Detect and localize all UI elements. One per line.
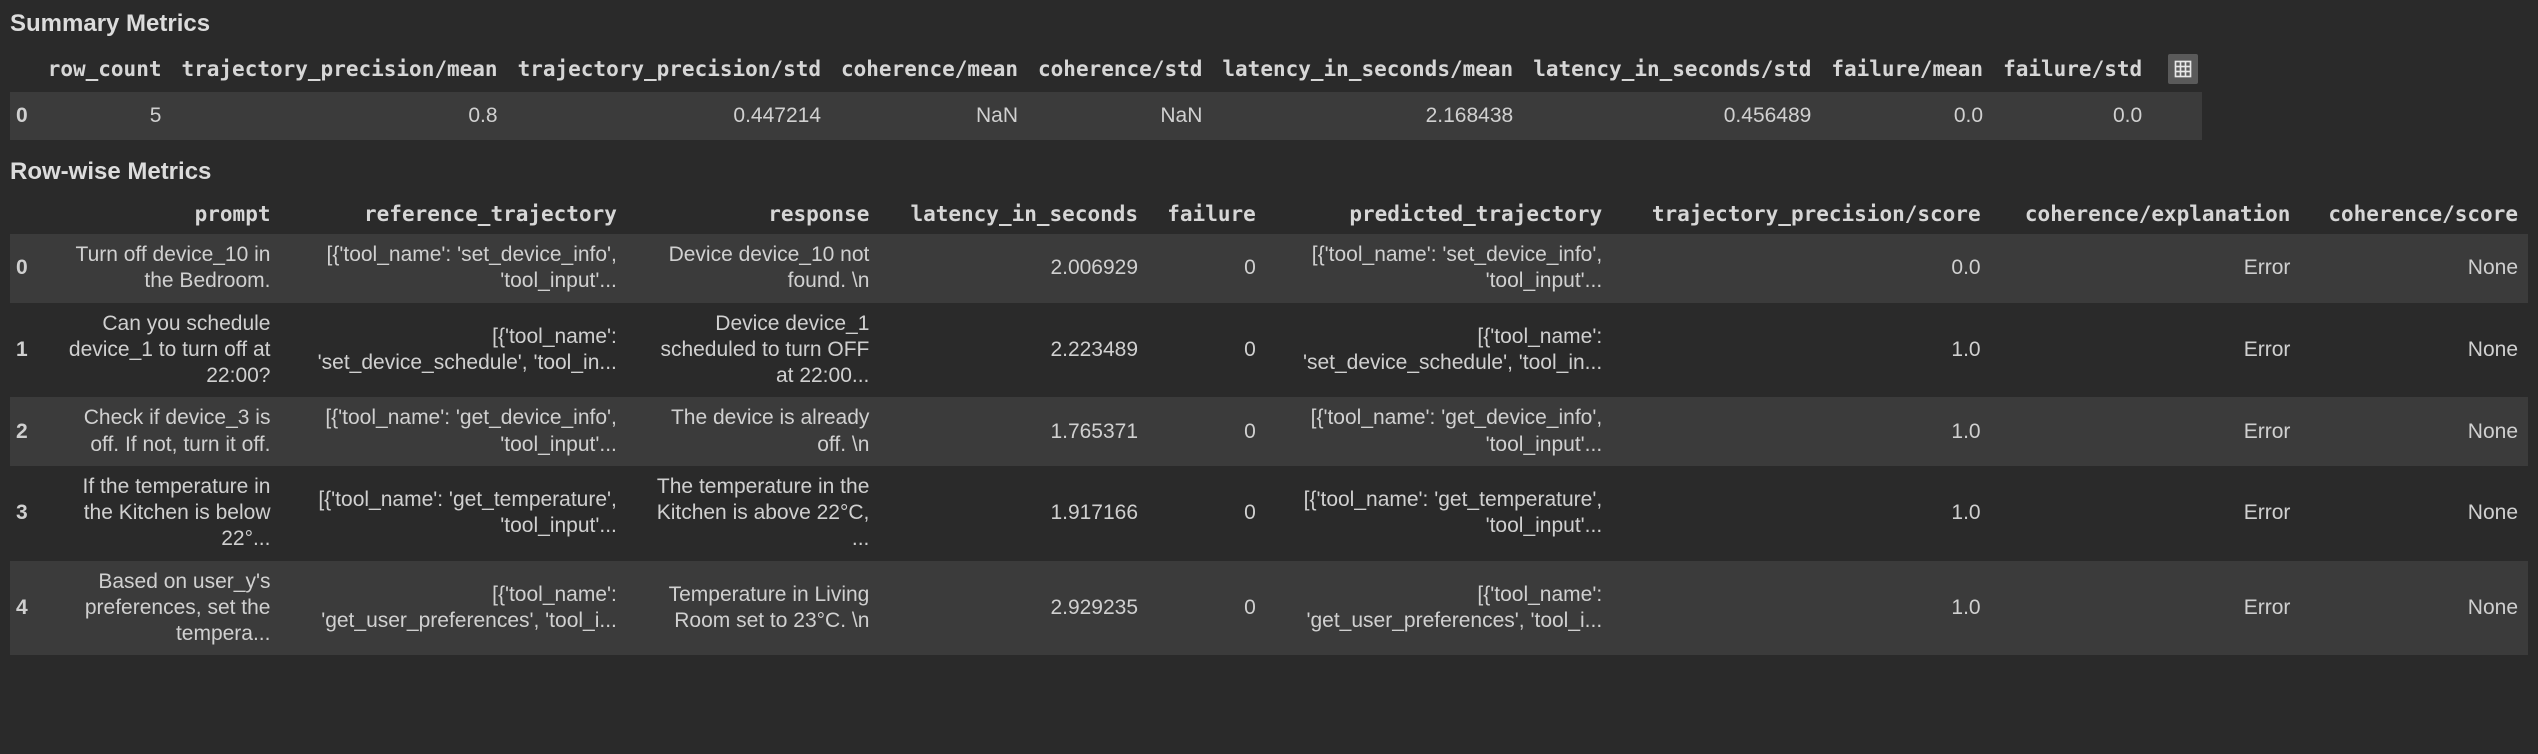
summary-cell: 0.456489: [1523, 92, 1821, 140]
table-grid-icon[interactable]: [2168, 54, 2198, 84]
cell: 0: [1148, 234, 1266, 303]
col-latency-std: latency_in_seconds/std: [1523, 46, 1821, 92]
rowwise-title: Row-wise Metrics: [10, 158, 2528, 186]
cell: Check if device_3 isoff. If not, turn it…: [40, 397, 280, 466]
summary-metrics-section: Summary Metrics row_count trajectory_pre…: [10, 10, 2528, 140]
col-latency-mean: latency_in_seconds/mean: [1212, 46, 1523, 92]
table-row: 3If the temperature inthe Kitchen is bel…: [10, 466, 2528, 561]
col-reference_trajectory: reference_trajectory: [280, 194, 626, 234]
col-failure: failure: [1148, 194, 1266, 234]
summary-cell: 0.447214: [508, 92, 831, 140]
summary-tool-header: [2152, 46, 2202, 92]
cell: 0: [1148, 466, 1266, 561]
cell: 1.765371: [879, 397, 1148, 466]
col-response: response: [627, 194, 879, 234]
cell: Turn off device_10 inthe Bedroom.: [40, 234, 280, 303]
cell: The temperature in theKitchen is above 2…: [627, 466, 879, 561]
cell: [{'tool_name':'set_device_schedule', 'to…: [280, 303, 626, 398]
cell: [{'tool_name': 'set_device_info','tool_i…: [280, 234, 626, 303]
col-coherence-score: coherence/score: [2300, 194, 2528, 234]
col-failure-mean: failure/mean: [1821, 46, 1993, 92]
summary-cell: NaN: [831, 92, 1028, 140]
col-prompt: prompt: [40, 194, 280, 234]
summary-row-idx: 0: [10, 92, 38, 140]
col-latency_in_seconds: latency_in_seconds: [879, 194, 1148, 234]
rowwise-table: prompt reference_trajectory response lat…: [10, 194, 2528, 655]
summary-cell-empty: [2152, 92, 2202, 140]
cell: 1.0: [1612, 561, 1990, 656]
col-coherence-std: coherence/std: [1028, 46, 1212, 92]
cell: Error: [1991, 303, 2301, 398]
summary-cell: NaN: [1028, 92, 1212, 140]
cell: Device device_1scheduled to turn OFFat 2…: [627, 303, 879, 398]
cell: If the temperature inthe Kitchen is belo…: [40, 466, 280, 561]
cell: 0: [1148, 303, 1266, 398]
summary-row: 0 5 0.8 0.447214 NaN NaN 2.168438 0.4564…: [10, 92, 2202, 140]
cell: [{'tool_name': 'set_device_info','tool_i…: [1266, 234, 1612, 303]
summary-header-row: row_count trajectory_precision/mean traj…: [10, 46, 2202, 92]
cell: Error: [1991, 397, 2301, 466]
row-idx: 4: [10, 561, 40, 656]
cell: Error: [1991, 561, 2301, 656]
cell: None: [2300, 466, 2528, 561]
row-idx: 0: [10, 234, 40, 303]
cell: Temperature in LivingRoom set to 23°C. \…: [627, 561, 879, 656]
summary-index-header: [10, 46, 38, 92]
cell: 2.223489: [879, 303, 1148, 398]
col-trajectory_precision-mean: trajectory_precision/mean: [171, 46, 507, 92]
cell: None: [2300, 303, 2528, 398]
cell: 0: [1148, 561, 1266, 656]
summary-table: row_count trajectory_precision/mean traj…: [10, 46, 2202, 140]
col-trajectory_precision-std: trajectory_precision/std: [508, 46, 831, 92]
col-predicted_trajectory: predicted_trajectory: [1266, 194, 1612, 234]
cell: Can you scheduledevice_1 to turn off at2…: [40, 303, 280, 398]
cell: [{'tool_name': 'get_temperature','tool_i…: [280, 466, 626, 561]
cell: 2.006929: [879, 234, 1148, 303]
summary-cell: 0.0: [1993, 92, 2152, 140]
cell: 1.0: [1612, 466, 1990, 561]
cell: Error: [1991, 466, 2301, 561]
cell: 1.917166: [879, 466, 1148, 561]
col-coherence-mean: coherence/mean: [831, 46, 1028, 92]
rowwise-index-header: [10, 194, 40, 234]
summary-title: Summary Metrics: [10, 10, 2528, 38]
row-idx: 3: [10, 466, 40, 561]
summary-cell: 2.168438: [1212, 92, 1523, 140]
table-row: 2Check if device_3 isoff. If not, turn i…: [10, 397, 2528, 466]
cell: 0.0: [1612, 234, 1990, 303]
row-idx: 1: [10, 303, 40, 398]
col-row_count: row_count: [38, 46, 172, 92]
col-coherence-explanation: coherence/explanation: [1991, 194, 2301, 234]
cell: None: [2300, 397, 2528, 466]
col-failure-std: failure/std: [1993, 46, 2152, 92]
cell: The device is alreadyoff. \n: [627, 397, 879, 466]
cell: 2.929235: [879, 561, 1148, 656]
cell: [{'tool_name': 'get_temperature','tool_i…: [1266, 466, 1612, 561]
cell: Based on user_y'spreferences, set thetem…: [40, 561, 280, 656]
cell: Error: [1991, 234, 2301, 303]
summary-cell: 5: [38, 92, 172, 140]
cell: [{'tool_name':'set_device_schedule', 'to…: [1266, 303, 1612, 398]
rowwise-metrics-section: Row-wise Metrics prompt reference_trajec…: [10, 158, 2528, 655]
cell: [{'tool_name': 'get_device_info','tool_i…: [1266, 397, 1612, 466]
row-idx: 2: [10, 397, 40, 466]
summary-cell: 0.0: [1821, 92, 1993, 140]
cell: 1.0: [1612, 397, 1990, 466]
cell: [{'tool_name': 'get_device_info','tool_i…: [280, 397, 626, 466]
cell: Device device_10 notfound. \n: [627, 234, 879, 303]
summary-cell: 0.8: [171, 92, 507, 140]
cell: None: [2300, 234, 2528, 303]
cell: [{'tool_name':'get_user_preferences', 't…: [280, 561, 626, 656]
table-row: 4Based on user_y'spreferences, set thete…: [10, 561, 2528, 656]
table-row: 0Turn off device_10 inthe Bedroom.[{'too…: [10, 234, 2528, 303]
rowwise-header-row: prompt reference_trajectory response lat…: [10, 194, 2528, 234]
cell: None: [2300, 561, 2528, 656]
table-row: 1Can you scheduledevice_1 to turn off at…: [10, 303, 2528, 398]
cell: [{'tool_name':'get_user_preferences', 't…: [1266, 561, 1612, 656]
cell: 1.0: [1612, 303, 1990, 398]
col-trajectory_precision-score: trajectory_precision/score: [1612, 194, 1990, 234]
cell: 0: [1148, 397, 1266, 466]
